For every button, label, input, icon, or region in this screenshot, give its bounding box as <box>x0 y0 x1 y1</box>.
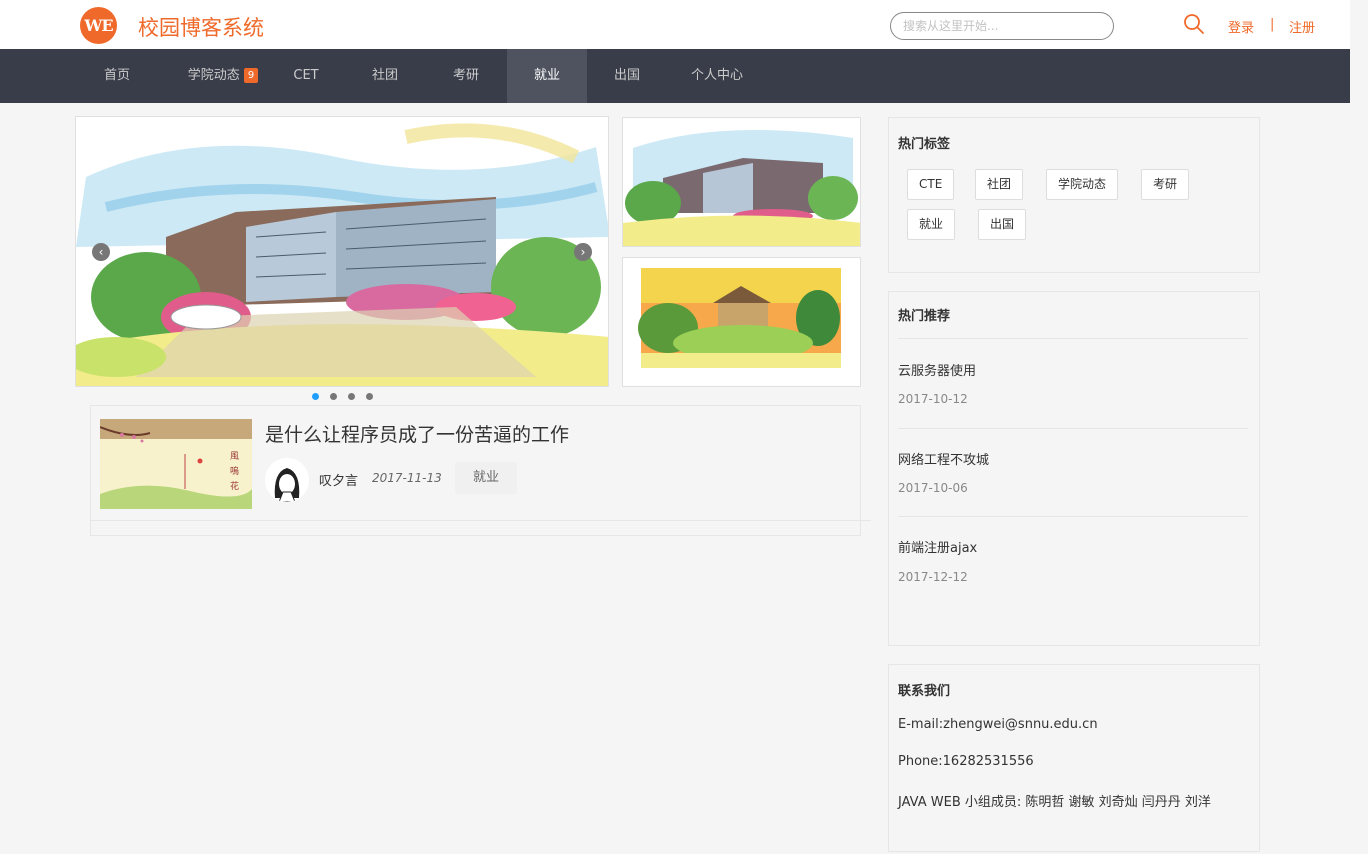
carousel-dot[interactable] <box>348 393 355 400</box>
recommend-date: 2017-10-12 <box>898 392 968 406</box>
contact-members: JAVA WEB 小组成员: 陈明哲 谢敏 刘奇灿 闫丹丹 刘洋 <box>898 795 1211 810</box>
nav-label: 个人中心 <box>690 68 743 83</box>
panel-title: 联系我们 <box>898 684 951 699</box>
nav-label: CET <box>293 68 319 83</box>
carousel-dot[interactable] <box>312 393 319 400</box>
nav-item-profile[interactable]: 个人中心 <box>680 49 754 103</box>
tag-item[interactable]: 就业 <box>907 209 956 240</box>
carousel-dot[interactable] <box>366 393 373 400</box>
carousel-thumbnail-1[interactable] <box>622 117 861 247</box>
carousel-next-button[interactable]: › <box>574 243 592 261</box>
tag-item[interactable]: 学院动态 <box>1046 169 1119 200</box>
article-card: 風 嗚 花 是什么让程序员成了一份苦逼的工作 叹夕言 2017-11-13 就业 <box>90 405 871 536</box>
nav-item-clubs[interactable]: 社团 <box>356 49 414 103</box>
search-icon[interactable] <box>1182 12 1206 36</box>
article-author[interactable]: 叹夕言 <box>319 470 358 489</box>
article-category-tag[interactable]: 就业 <box>455 462 517 494</box>
divider <box>898 516 1248 517</box>
nav-label: 就业 <box>533 68 560 83</box>
nav-item-employment[interactable]: 就业 <box>507 49 587 103</box>
nav-item-postgrad[interactable]: 考研 <box>437 49 495 103</box>
auth-separator: | <box>1270 17 1275 32</box>
main-nav: 首页 学院动态 9 CET 社团 考研 就业 出国 个人中心 <box>0 49 1350 103</box>
nav-badge: 9 <box>243 68 259 83</box>
recommend-date: 2017-10-06 <box>898 481 968 495</box>
recommend-date: 2017-12-12 <box>898 570 968 584</box>
panel-title: 热门标签 <box>898 137 951 152</box>
tag-item[interactable]: 考研 <box>1141 169 1190 200</box>
carousel-slide-image <box>76 117 608 386</box>
tag-item[interactable]: 社团 <box>975 169 1024 200</box>
panel-title: 热门推荐 <box>898 309 951 324</box>
carousel-prev-button[interactable]: ‹ <box>92 243 110 261</box>
nav-label: 考研 <box>452 68 479 83</box>
article-date: 2017-11-13 <box>372 471 442 485</box>
search-input[interactable] <box>890 12 1114 40</box>
hot-recommend-panel: 热门推荐 云服务器使用 2017-10-12 网络工程不攻城 2017-10-0… <box>888 291 1260 646</box>
article-divider <box>91 520 871 521</box>
contact-phone: Phone:16282531556 <box>898 754 1034 769</box>
author-avatar[interactable] <box>265 458 309 502</box>
thumbnail-image <box>623 258 860 386</box>
nav-item-home[interactable]: 首页 <box>88 49 146 103</box>
divider <box>898 338 1248 339</box>
nav-item-college-news[interactable]: 学院动态 9 <box>170 49 276 103</box>
site-logo[interactable]: WE <box>80 7 117 44</box>
contact-panel: 联系我们 E-mail:zhengwei@snnu.edu.cn Phone:1… <box>888 664 1260 852</box>
image-carousel[interactable]: ‹ › <box>75 116 609 387</box>
nav-label: 社团 <box>371 68 398 83</box>
nav-label: 学院动态 <box>187 68 240 83</box>
tag-item[interactable]: 出国 <box>978 209 1027 240</box>
nav-item-abroad[interactable]: 出国 <box>598 49 656 103</box>
nav-label: 首页 <box>103 68 130 83</box>
article-image: 風 嗚 花 <box>100 419 252 509</box>
article-image-calligraphy: 嗚 <box>230 465 239 477</box>
thumbnail-image <box>623 118 860 246</box>
nav-label: 出国 <box>613 68 640 83</box>
login-link[interactable]: 登录 <box>1228 17 1254 36</box>
article-title[interactable]: 是什么让程序员成了一份苦逼的工作 <box>265 420 569 447</box>
hot-tags-panel: 热门标签 CTE 社团 学院动态 考研 就业 出国 <box>888 117 1260 273</box>
recommend-title[interactable]: 网络工程不攻城 <box>898 449 989 468</box>
site-title[interactable]: 校园博客系统 <box>138 12 264 42</box>
article-image-calligraphy: 風 <box>230 451 239 462</box>
recommend-title[interactable]: 云服务器使用 <box>898 360 976 379</box>
divider <box>898 428 1248 429</box>
contact-email: E-mail:zhengwei@snnu.edu.cn <box>898 717 1098 732</box>
carousel-dot[interactable] <box>330 393 337 400</box>
top-header: WE 校园博客系统 登录 | 注册 <box>0 0 1350 49</box>
nav-item-cet[interactable]: CET <box>278 49 334 103</box>
carousel-thumbnail-2[interactable] <box>622 257 861 387</box>
register-link[interactable]: 注册 <box>1289 17 1315 36</box>
article-image-calligraphy: 花 <box>230 480 239 492</box>
recommend-title[interactable]: 前端注册ajax <box>898 537 977 556</box>
avatar-image <box>265 458 309 502</box>
tag-item[interactable]: CTE <box>907 169 955 200</box>
article-thumbnail[interactable]: 風 嗚 花 <box>100 419 252 509</box>
